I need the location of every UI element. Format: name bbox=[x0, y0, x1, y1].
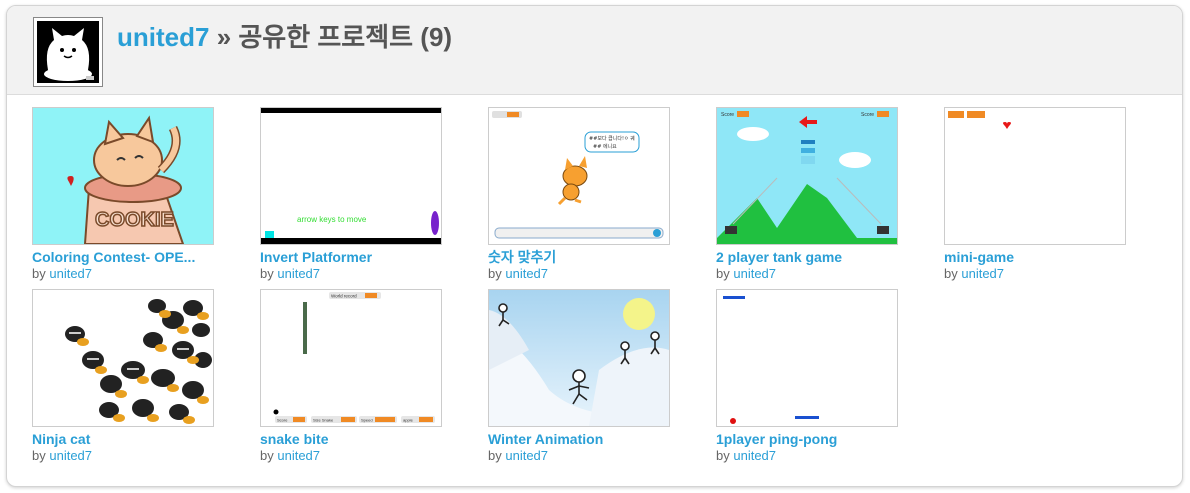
project-byline: by united7 bbox=[944, 266, 1144, 282]
by-label: by bbox=[260, 266, 274, 281]
author-link[interactable]: united7 bbox=[733, 266, 776, 281]
project-card: COOKIE Coloring Contest- OPE... by unite… bbox=[32, 107, 232, 282]
author-link[interactable]: united7 bbox=[961, 266, 1004, 281]
project-count: (9) bbox=[420, 22, 453, 52]
user-avatar[interactable] bbox=[33, 17, 103, 87]
thumb-caption: arrow keys to move bbox=[297, 215, 367, 224]
page-title: united7 » 공유한 프로젝트 (9) bbox=[117, 17, 452, 54]
by-label: by bbox=[716, 266, 730, 281]
project-title-link[interactable]: 숫자 맞추기 bbox=[488, 249, 670, 266]
project-byline: by united7 bbox=[32, 266, 232, 282]
svg-text:Score: Score bbox=[861, 112, 874, 118]
project-title-link[interactable]: Invert Platformer bbox=[260, 249, 442, 266]
project-byline: by united7 bbox=[260, 448, 460, 464]
project-byline: by united7 bbox=[260, 266, 460, 282]
project-thumbnail[interactable]: World record Score Size Snake Speed appl… bbox=[260, 289, 442, 427]
project-card: mini-game by united7 bbox=[944, 107, 1144, 282]
project-title-link[interactable]: Winter Animation bbox=[488, 431, 670, 448]
svg-text:Score: Score bbox=[721, 112, 734, 118]
by-label: by bbox=[32, 266, 46, 281]
project-title-link[interactable]: 2 player tank game bbox=[716, 249, 898, 266]
section-title: 공유한 프로젝트 bbox=[238, 22, 414, 52]
project-title-link[interactable]: mini-game bbox=[944, 249, 1126, 266]
by-label: by bbox=[488, 266, 502, 281]
project-thumbnail[interactable] bbox=[32, 289, 214, 427]
project-card: World record Score Size Snake Speed appl… bbox=[260, 289, 460, 464]
author-link[interactable]: united7 bbox=[277, 448, 320, 463]
project-title-link[interactable]: Coloring Contest- OPE... bbox=[32, 249, 214, 266]
project-byline: by united7 bbox=[488, 266, 688, 282]
project-card: Score Score 2 player tank game by united… bbox=[716, 107, 916, 282]
project-thumbnail[interactable]: ##보다 큽니다!ㅇ 궤 ## 에니요 bbox=[488, 107, 670, 245]
thumb-stat-label: Score bbox=[277, 418, 288, 423]
project-thumbnail[interactable]: Score Score bbox=[716, 107, 898, 245]
thumb-stat-label: Speed bbox=[361, 418, 373, 423]
by-label: by bbox=[716, 448, 730, 463]
project-title-link[interactable]: Ninja cat bbox=[32, 431, 214, 448]
by-label: by bbox=[260, 448, 274, 463]
projects-panel: united7 » 공유한 프로젝트 (9) COOKIE Coloring C… bbox=[6, 5, 1183, 487]
svg-text:COOKIE: COOKIE bbox=[95, 209, 174, 231]
author-link[interactable]: united7 bbox=[277, 266, 320, 281]
project-thumbnail[interactable]: arrow keys to move bbox=[260, 107, 442, 245]
thumb-world-record: World record bbox=[331, 294, 357, 299]
project-thumbnail[interactable] bbox=[488, 289, 670, 427]
project-byline: by united7 bbox=[32, 448, 232, 464]
project-card: ##보다 큽니다!ㅇ 궤 ## 에니요 숫자 맞추기 by united7 bbox=[488, 107, 688, 282]
project-byline: by united7 bbox=[488, 448, 688, 464]
project-thumbnail[interactable]: COOKIE bbox=[32, 107, 214, 245]
author-link[interactable]: united7 bbox=[733, 448, 776, 463]
project-card: 1player ping-pong by united7 bbox=[716, 289, 916, 464]
svg-text:##보다 큽니다!ㅇ 궤: ##보다 큽니다!ㅇ 궤 bbox=[589, 135, 635, 142]
project-card: arrow keys to move Invert Platformer by … bbox=[260, 107, 460, 282]
by-label: by bbox=[32, 448, 46, 463]
project-thumbnail[interactable] bbox=[716, 289, 898, 427]
svg-text:## 에니요: ## 에니요 bbox=[593, 143, 617, 150]
username-link[interactable]: united7 bbox=[117, 22, 209, 52]
project-thumbnail[interactable] bbox=[944, 107, 1126, 245]
project-card: Winter Animation by united7 bbox=[488, 289, 688, 464]
project-card: Ninja cat by united7 bbox=[32, 289, 232, 464]
project-byline: by united7 bbox=[716, 266, 916, 282]
avatar-cat-icon bbox=[34, 18, 102, 86]
breadcrumb-separator: » bbox=[216, 22, 232, 52]
page-header: united7 » 공유한 프로젝트 (9) bbox=[7, 6, 1182, 95]
thumb-stat-label: apple bbox=[403, 418, 414, 423]
project-byline: by united7 bbox=[716, 448, 916, 464]
thumb-stat-label: Size Snake bbox=[313, 418, 334, 423]
by-label: by bbox=[488, 448, 502, 463]
author-link[interactable]: united7 bbox=[505, 448, 548, 463]
author-link[interactable]: united7 bbox=[49, 266, 92, 281]
project-title-link[interactable]: 1player ping-pong bbox=[716, 431, 898, 448]
project-title-link[interactable]: snake bite bbox=[260, 431, 442, 448]
author-link[interactable]: united7 bbox=[49, 448, 92, 463]
by-label: by bbox=[944, 266, 958, 281]
author-link[interactable]: united7 bbox=[505, 266, 548, 281]
